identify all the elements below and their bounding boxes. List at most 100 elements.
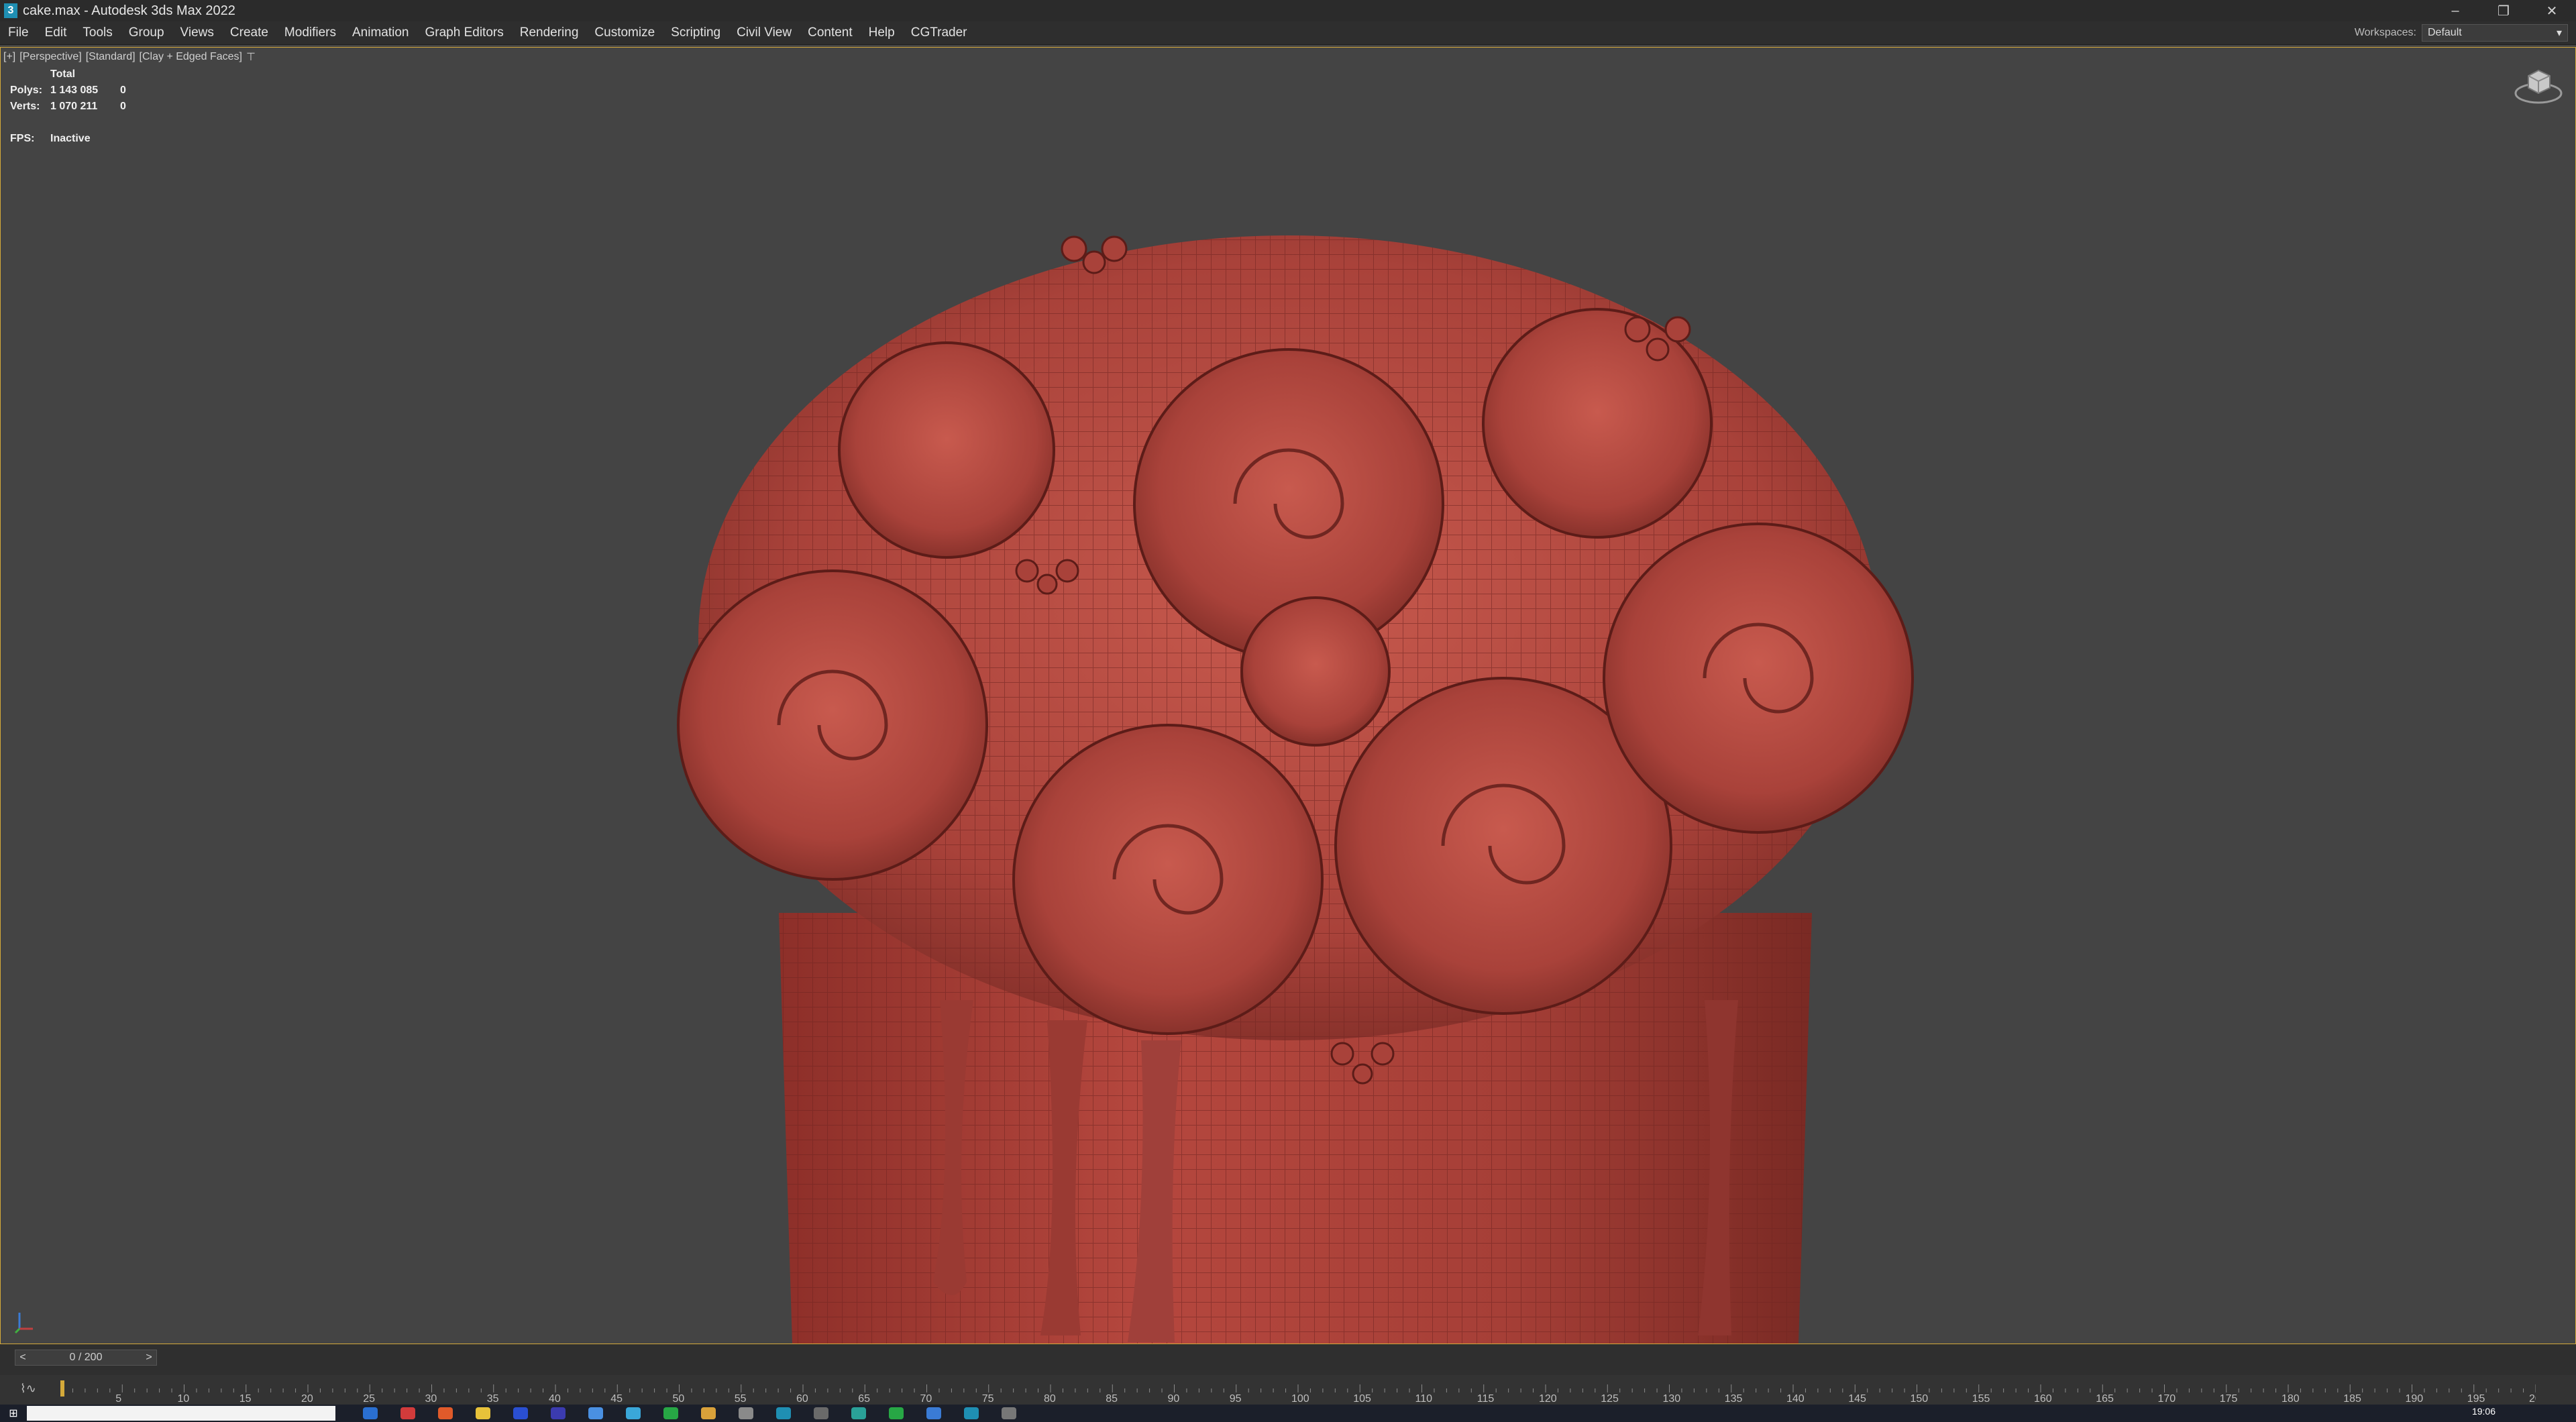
- timeline-tick-label: 5: [115, 1393, 121, 1405]
- taskbar-app-icon[interactable]: [400, 1407, 415, 1419]
- menu-edit[interactable]: Edit: [37, 25, 75, 40]
- timeline-tick-label: 45: [610, 1393, 623, 1405]
- track-ruler: 5 10 15 20 25 30 35 40 45 50 55 60 65 70 75 80 85 90 95 100…: [60, 1380, 2536, 1405]
- time-slider-bar: < 0 / 200 >: [0, 1344, 2576, 1375]
- taskbar-app-icon[interactable]: [363, 1407, 378, 1419]
- fps-value: Inactive: [50, 133, 91, 144]
- title-bar: 3 cake.max - Autodesk 3ds Max 2022 – ❐ ✕: [0, 0, 2576, 21]
- viewport-standard-menu[interactable]: [Standard]: [86, 51, 136, 63]
- timeline-tick-label: 40: [549, 1393, 561, 1405]
- taskbar-app-icon[interactable]: [851, 1407, 866, 1419]
- chevron-down-icon: ▾: [2556, 28, 2562, 39]
- workspaces-value: Default: [2428, 27, 2462, 38]
- axis-tripod-icon: [14, 1313, 33, 1334]
- polys-value: 1 143 085: [50, 85, 99, 96]
- close-button[interactable]: ✕: [2528, 0, 2576, 21]
- timeline-tick-label: 15: [239, 1393, 252, 1405]
- viewcube-icon[interactable]: [2514, 62, 2563, 105]
- taskbar-app-icon[interactable]: [476, 1407, 490, 1419]
- taskbar-app-icon[interactable]: [964, 1407, 979, 1419]
- workspaces-control: Workspaces: Default ▾: [2355, 24, 2568, 42]
- taskbar-app-icon[interactable]: [1002, 1407, 1016, 1419]
- menu-group[interactable]: Group: [121, 25, 172, 40]
- 3dsmax-app-icon[interactable]: 3: [4, 3, 17, 18]
- filter-icon[interactable]: ⊤: [246, 50, 256, 64]
- menu-create[interactable]: Create: [222, 25, 276, 40]
- taskbar-app-icon[interactable]: [588, 1407, 603, 1419]
- taskbar-search-box[interactable]: [27, 1406, 335, 1421]
- timeline-tick-label: 155: [1972, 1393, 1990, 1405]
- taskbar-app-icon[interactable]: [551, 1407, 566, 1419]
- timeline-tick-label: 70: [920, 1393, 932, 1405]
- menu-content[interactable]: Content: [800, 25, 861, 40]
- menu-rendering[interactable]: Rendering: [512, 25, 587, 40]
- timeline-tick-label: 180: [2282, 1393, 2300, 1405]
- taskbar-app-icon[interactable]: [814, 1407, 828, 1419]
- workspaces-dropdown[interactable]: Default ▾: [2422, 24, 2568, 42]
- timeline-tick-label: 30: [425, 1393, 437, 1405]
- stats-header: Total: [50, 68, 76, 80]
- taskbar-app-icon[interactable]: [701, 1407, 716, 1419]
- taskbar-app-icon[interactable]: [513, 1407, 528, 1419]
- menu-tools[interactable]: Tools: [74, 25, 120, 40]
- timeline-tick-label: 150: [1911, 1393, 1929, 1405]
- prev-frame-button[interactable]: <: [15, 1352, 30, 1364]
- menu-views[interactable]: Views: [172, 25, 222, 40]
- timeline-tick-label: 140: [1786, 1393, 1805, 1405]
- timeline-tick-label: 200: [2529, 1393, 2536, 1405]
- menu-bar: File Edit Tools Group Views Create Modif…: [0, 21, 2576, 45]
- menu-scripting[interactable]: Scripting: [663, 25, 729, 40]
- timeline-tick-label: 170: [2158, 1393, 2176, 1405]
- taskbar-app-icon[interactable]: [776, 1407, 791, 1419]
- timeline-tick-label: 190: [2406, 1393, 2424, 1405]
- taskbar-app-icon[interactable]: [626, 1407, 641, 1419]
- taskbar-app-icon[interactable]: [663, 1407, 678, 1419]
- start-icon[interactable]: ⊞: [0, 1405, 27, 1422]
- menu-animation[interactable]: Animation: [344, 25, 417, 40]
- stats-fps-row: FPS: Inactive: [10, 131, 126, 147]
- timeline-tick-label: 165: [2096, 1393, 2114, 1405]
- track-bar[interactable]: 5 10 15 20 25 30 35 40 45 50 55 60 65 70 75 80 85 90 95 100…: [0, 1375, 2576, 1405]
- taskbar-app-icon[interactable]: [889, 1407, 904, 1419]
- menu-help[interactable]: Help: [861, 25, 903, 40]
- timeline-tick-label: 125: [1601, 1393, 1619, 1405]
- current-frame-marker[interactable]: [60, 1380, 64, 1397]
- viewport-shading-menu[interactable]: [Clay + Edged Faces]: [140, 51, 242, 63]
- taskbar-app-icon[interactable]: [739, 1407, 753, 1419]
- menu-file[interactable]: File: [0, 25, 37, 40]
- viewport-general-menu[interactable]: [+]: [3, 51, 15, 63]
- timeline-tick-label: 90: [1168, 1393, 1180, 1405]
- menu-cgtrader[interactable]: CGTrader: [903, 25, 975, 40]
- windows-taskbar: ⊞ 19:06: [0, 1405, 2576, 1422]
- timeline-tick-label: 130: [1663, 1393, 1681, 1405]
- menu-civil-view[interactable]: Civil View: [729, 25, 800, 40]
- window-title: cake.max - Autodesk 3ds Max 2022: [23, 3, 235, 18]
- menu-modifiers[interactable]: Modifiers: [276, 25, 344, 40]
- timeline-tick-label: 175: [2220, 1393, 2238, 1405]
- timeline-tick-label: 120: [1539, 1393, 1557, 1405]
- stats-verts-row: Verts: 1 070 211 0: [10, 99, 126, 115]
- restore-button[interactable]: ❐: [2479, 0, 2528, 21]
- viewport-pov-menu[interactable]: [Perspective]: [19, 51, 81, 63]
- timeline-tick-label: 50: [673, 1393, 685, 1405]
- minimize-button[interactable]: –: [2431, 0, 2479, 21]
- timeline-tick-label: 185: [2343, 1393, 2361, 1405]
- next-frame-button[interactable]: >: [142, 1352, 156, 1364]
- verts-label: Verts:: [10, 101, 40, 112]
- perspective-viewport[interactable]: [+] [Perspective] [Standard] [Clay + Edg…: [0, 47, 2576, 1344]
- taskbar-app-icon[interactable]: [926, 1407, 941, 1419]
- polys-label: Polys:: [10, 85, 43, 96]
- menu-graph-editors[interactable]: Graph Editors: [417, 25, 512, 40]
- timeline-tick-label: 35: [487, 1393, 499, 1405]
- viewport-statistics: Total Polys: 1 143 085 0 Verts: 1 070 21…: [10, 66, 126, 147]
- time-slider[interactable]: < 0 / 200 >: [15, 1350, 157, 1366]
- stats-polys-row: Polys: 1 143 085 0: [10, 83, 126, 99]
- timeline-tick-label: 25: [363, 1393, 375, 1405]
- timeline-tick-label: 10: [178, 1393, 190, 1405]
- taskbar-clock: 19:06: [2471, 1406, 2496, 1417]
- timeline-tick-label: 55: [735, 1393, 747, 1405]
- menu-customize[interactable]: Customize: [586, 25, 663, 40]
- window-controls: – ❐ ✕: [2431, 0, 2576, 21]
- taskbar-app-icon[interactable]: [438, 1407, 453, 1419]
- curve-editor-toggle-icon[interactable]: ⌇∿: [20, 1382, 36, 1396]
